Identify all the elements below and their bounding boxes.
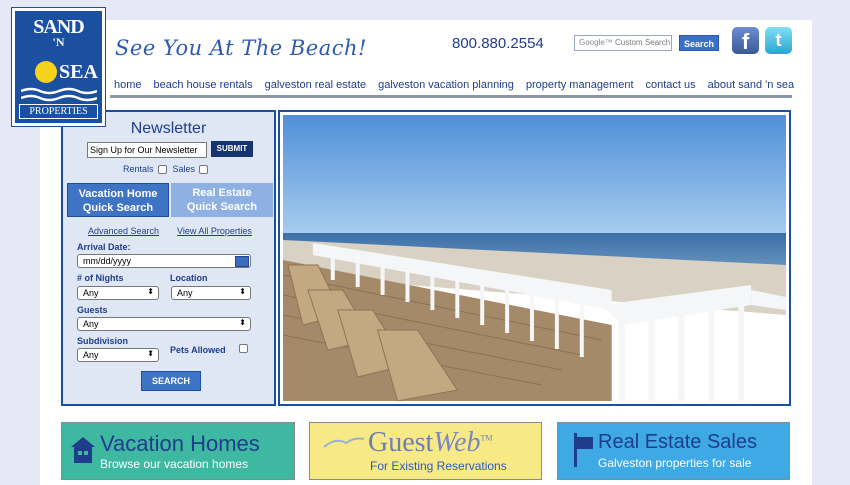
sun-icon xyxy=(35,61,57,83)
rentals-label: Rentals xyxy=(123,164,154,174)
view-all-properties-link[interactable]: View All Properties xyxy=(177,226,252,236)
location-value: Any xyxy=(177,288,193,298)
pets-allowed-checkbox[interactable] xyxy=(239,344,248,353)
nav-item-vacation-planning[interactable]: galveston vacation planning xyxy=(378,79,514,91)
sales-checkbox[interactable] xyxy=(199,164,209,174)
nav-item-galveston-real-estate[interactable]: galveston real estate xyxy=(265,79,367,91)
search-sidebar: Newsletter Sign Up for Our Newsletter SU… xyxy=(61,110,276,406)
guests-label: Guests xyxy=(77,305,108,315)
guests-value: Any xyxy=(83,319,99,329)
nav-item-beach-house-rentals[interactable]: beach house rentals xyxy=(154,79,253,91)
location-label: Location xyxy=(170,273,208,283)
tab-realestate-line2: Quick Search xyxy=(186,201,258,213)
real-estate-subtitle: Galveston properties for sale xyxy=(598,456,752,470)
pets-allowed-label: Pets Allowed xyxy=(170,345,226,355)
seagull-icon xyxy=(324,437,364,448)
vacation-homes-subtitle: Browse our vacation homes xyxy=(100,457,249,471)
rentals-checkbox[interactable] xyxy=(157,164,167,174)
quick-search-button[interactable]: SEARCH xyxy=(141,371,201,391)
vacation-homes-banner[interactable]: Vacation Homes Browse our vacation homes xyxy=(61,422,295,480)
guestweb-banner[interactable]: GuestWebTM For Existing Reservations xyxy=(309,422,542,480)
sales-label: Sales xyxy=(172,164,196,174)
nav-item-contact-us[interactable]: contact us xyxy=(646,79,696,91)
search-button[interactable]: Search xyxy=(679,35,719,51)
nav-item-property-management[interactable]: property management xyxy=(526,79,634,91)
nights-label: # of Nights xyxy=(77,273,124,283)
newsletter-input[interactable]: Sign Up for Our Newsletter xyxy=(87,142,207,158)
logo-line-sea: SEA xyxy=(59,61,98,83)
beach-deck-photo xyxy=(283,115,786,401)
search-placeholder-brand: Google™ xyxy=(579,38,613,47)
for-sale-sign-icon xyxy=(574,433,593,467)
guestweb-subtitle: For Existing Reservations xyxy=(370,459,507,473)
tab-vacation-line1: Vacation Home xyxy=(78,188,158,200)
twitter-icon[interactable]: t xyxy=(765,27,792,54)
chevron-updown-icon: ⬍ xyxy=(147,349,154,358)
arrival-date-value: mm/dd/yyyy xyxy=(83,256,132,266)
advanced-search-link[interactable]: Advanced Search xyxy=(88,226,159,236)
hero-image xyxy=(278,110,791,406)
search-placeholder: Custom Search xyxy=(615,38,671,47)
nights-value: Any xyxy=(83,288,99,298)
search-input[interactable]: Google™ Custom Search xyxy=(574,35,672,51)
chevron-updown-icon: ⬍ xyxy=(239,318,246,327)
newsletter-submit-button[interactable]: SUBMIT xyxy=(211,141,253,157)
tab-vacation-line2: Quick Search xyxy=(82,202,154,214)
nav-item-about[interactable]: about sand 'n sea xyxy=(708,79,795,91)
guests-select[interactable]: Any ⬍ xyxy=(77,317,251,331)
logo-line-sand: SAND xyxy=(33,16,84,38)
chevron-updown-icon: ⬍ xyxy=(147,287,154,296)
location-select[interactable]: Any ⬍ xyxy=(171,286,251,300)
guestweb-tm: TM xyxy=(480,433,493,443)
waves-icon xyxy=(21,87,97,102)
subdivision-label: Subdivision xyxy=(77,336,129,346)
facebook-icon[interactable]: f xyxy=(732,27,759,54)
vacation-homes-title: Vacation Homes xyxy=(100,431,260,456)
tagline: See You At The Beach! xyxy=(115,36,367,60)
guestweb-title: GuestWebTM xyxy=(368,427,493,459)
arrival-date-field[interactable]: mm/dd/yyyy xyxy=(77,254,251,268)
tab-vacation-home-search[interactable]: Vacation Home Quick Search xyxy=(67,183,169,217)
guestweb-title-b: Web xyxy=(433,427,481,458)
subdivision-value: Any xyxy=(83,350,99,360)
site-logo[interactable]: SAND 'N SEA PROPERTIES xyxy=(11,7,106,127)
newsletter-options: Rentals Sales xyxy=(123,164,214,174)
house-icon xyxy=(71,437,95,463)
real-estate-sales-banner[interactable]: Real Estate Sales Galveston properties f… xyxy=(557,422,790,480)
calendar-icon[interactable] xyxy=(235,256,249,267)
logo-line-n: 'N xyxy=(52,35,65,49)
logo-line-properties: PROPERTIES xyxy=(19,104,98,119)
subdivision-select[interactable]: Any ⬍ xyxy=(77,348,159,362)
real-estate-title: Real Estate Sales xyxy=(598,431,757,453)
nav-item-home[interactable]: home xyxy=(114,79,142,91)
tab-realestate-line1: Real Estate xyxy=(192,187,252,199)
nights-select[interactable]: Any ⬍ xyxy=(77,286,159,300)
tab-real-estate-search[interactable]: Real Estate Quick Search xyxy=(171,183,273,217)
chevron-updown-icon: ⬍ xyxy=(239,287,246,296)
main-nav: home beach house rentals galveston real … xyxy=(114,79,806,91)
arrival-date-label: Arrival Date: xyxy=(77,242,131,252)
phone-number[interactable]: 800.880.2554 xyxy=(452,35,544,52)
guestweb-title-a: Guest xyxy=(368,427,434,458)
nav-divider xyxy=(110,95,792,98)
